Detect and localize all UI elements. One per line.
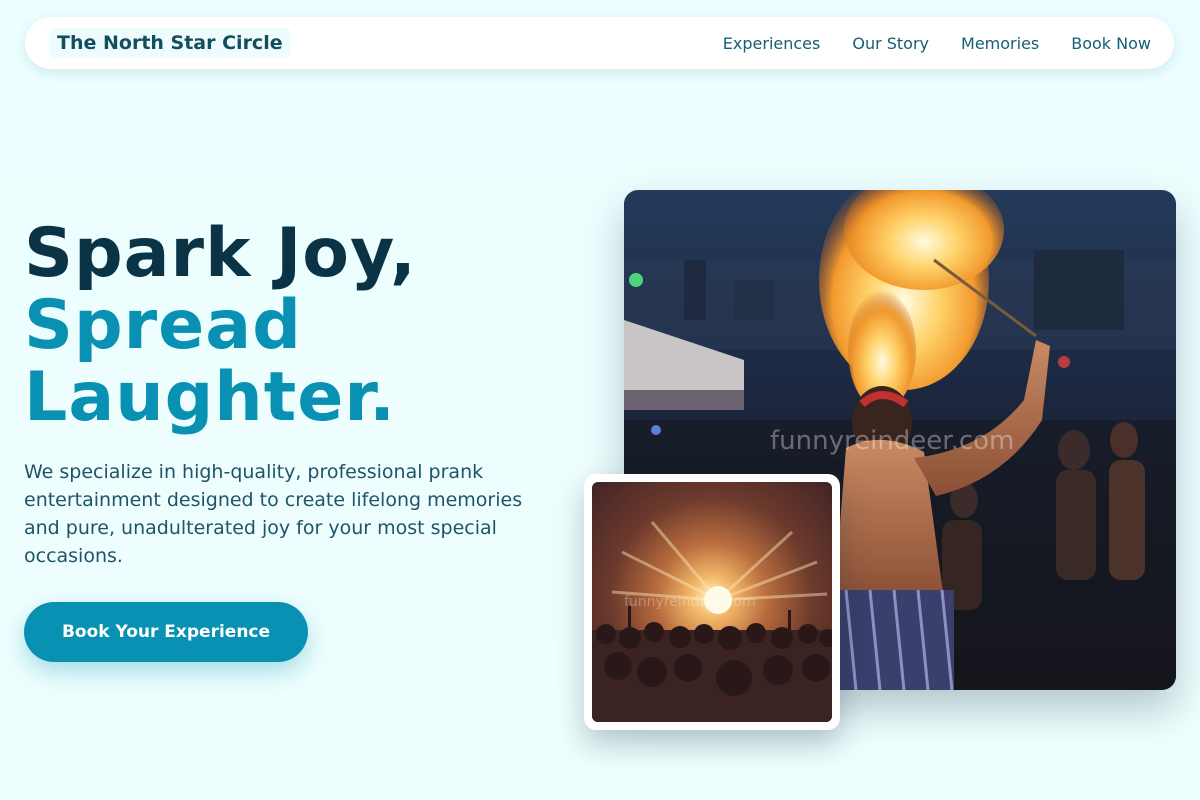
brand-logo[interactable]: The North Star Circle [49,28,291,58]
hero-title-line-3: Laughter. [24,358,397,437]
hero-title-line-1: Spark Joy, [24,214,417,293]
main-photo-watermark: funnyreindeer.com [770,426,1015,456]
page: The North Star Circle Experiences Our St… [0,0,1200,800]
concert-photo: funnyreindeer.com [592,482,832,722]
hero-title: Spark Joy, Spread Laughter. [24,218,584,434]
nav-link-memories[interactable]: Memories [961,34,1039,53]
inset-photo-watermark: funnyreindeer.com [624,594,756,610]
nav-link-our-story[interactable]: Our Story [852,34,929,53]
hero-description: We specialize in high-quality, professio… [24,461,523,567]
hero-title-line-2: Spread [24,286,302,365]
book-experience-button[interactable]: Book Your Experience [24,602,308,662]
top-navbar: The North Star Circle Experiences Our St… [25,17,1174,69]
nav-link-experiences[interactable]: Experiences [723,34,821,53]
nav-link-book-now[interactable]: Book Now [1071,34,1151,53]
main-nav: Experiences Our Story Memories Book Now [723,34,1151,53]
concert-photo-card: funnyreindeer.com [584,474,840,730]
